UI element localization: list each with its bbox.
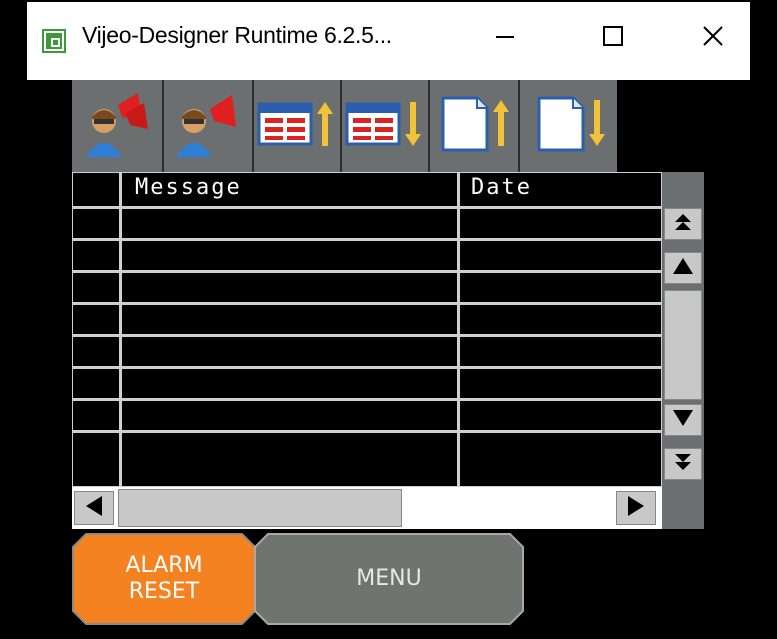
up-arrow-icon [672, 256, 694, 280]
left-arrow-icon [84, 495, 104, 521]
right-arrow-icon [626, 495, 646, 521]
scrollbar-corner [662, 487, 704, 529]
alarm-reset-button[interactable]: ALARM RESET [72, 533, 256, 625]
row-divider [73, 334, 661, 337]
window-title: Vijeo-Designer Runtime 6.2.5... [82, 22, 392, 48]
row-divider [73, 270, 661, 273]
column-header-date[interactable]: Date [471, 175, 532, 200]
vertical-scrollbar[interactable] [662, 172, 704, 487]
document-up-arrow-icon [433, 92, 513, 160]
double-up-arrow-icon [673, 212, 693, 236]
acknowledge-alarm-button[interactable] [162, 80, 250, 172]
scroll-left-button[interactable] [74, 491, 114, 525]
scroll-top-button[interactable] [664, 208, 702, 240]
vertical-scroll-thumb[interactable] [664, 290, 702, 400]
row-divider [73, 206, 661, 209]
table-down-arrow-icon [345, 94, 425, 158]
row-divider [73, 238, 661, 241]
first-page-button[interactable] [428, 80, 516, 172]
minimize-icon [494, 25, 516, 51]
alarm-table[interactable]: Message Date [72, 172, 662, 487]
row-divider [73, 366, 661, 369]
operator-alarm-bell-icon [170, 87, 244, 165]
scroll-up-button[interactable] [664, 252, 702, 284]
close-icon [702, 25, 724, 51]
down-arrow-icon [672, 408, 694, 432]
column-divider [457, 173, 460, 486]
scroll-right-button[interactable] [616, 491, 656, 525]
alarm-toolbar [72, 80, 617, 172]
maximize-icon [602, 25, 624, 51]
menu-button[interactable]: MENU [254, 533, 524, 625]
column-divider [119, 173, 122, 486]
close-button[interactable] [693, 18, 733, 58]
page-up-button[interactable] [252, 80, 340, 172]
document-down-arrow-icon [529, 92, 609, 160]
row-divider [73, 430, 661, 433]
operator-alarm-bells-icon [80, 87, 154, 165]
horizontal-scrollbar[interactable] [72, 487, 662, 529]
column-header-message[interactable]: Message [135, 175, 242, 200]
acknowledge-all-alarms-button[interactable] [72, 80, 162, 172]
alarm-reset-line2: RESET [128, 579, 200, 604]
page-down-button[interactable] [340, 80, 428, 172]
app-icon [42, 29, 66, 53]
double-down-arrow-icon [673, 452, 693, 476]
table-up-arrow-icon [257, 94, 337, 158]
menu-label: MENU [356, 566, 422, 591]
row-divider [73, 302, 661, 305]
horizontal-scroll-thumb[interactable] [118, 489, 402, 527]
minimize-button[interactable] [485, 18, 525, 58]
window-titlebar[interactable]: Vijeo-Designer Runtime 6.2.5... [27, 2, 750, 80]
scroll-bottom-button[interactable] [664, 448, 702, 480]
last-page-button[interactable] [518, 80, 617, 172]
alarm-reset-line1: ALARM [125, 553, 203, 578]
alarm-reset-label: ALARM RESET [125, 553, 202, 605]
scroll-down-button[interactable] [664, 404, 702, 436]
maximize-button[interactable] [593, 18, 633, 58]
row-divider [73, 398, 661, 401]
